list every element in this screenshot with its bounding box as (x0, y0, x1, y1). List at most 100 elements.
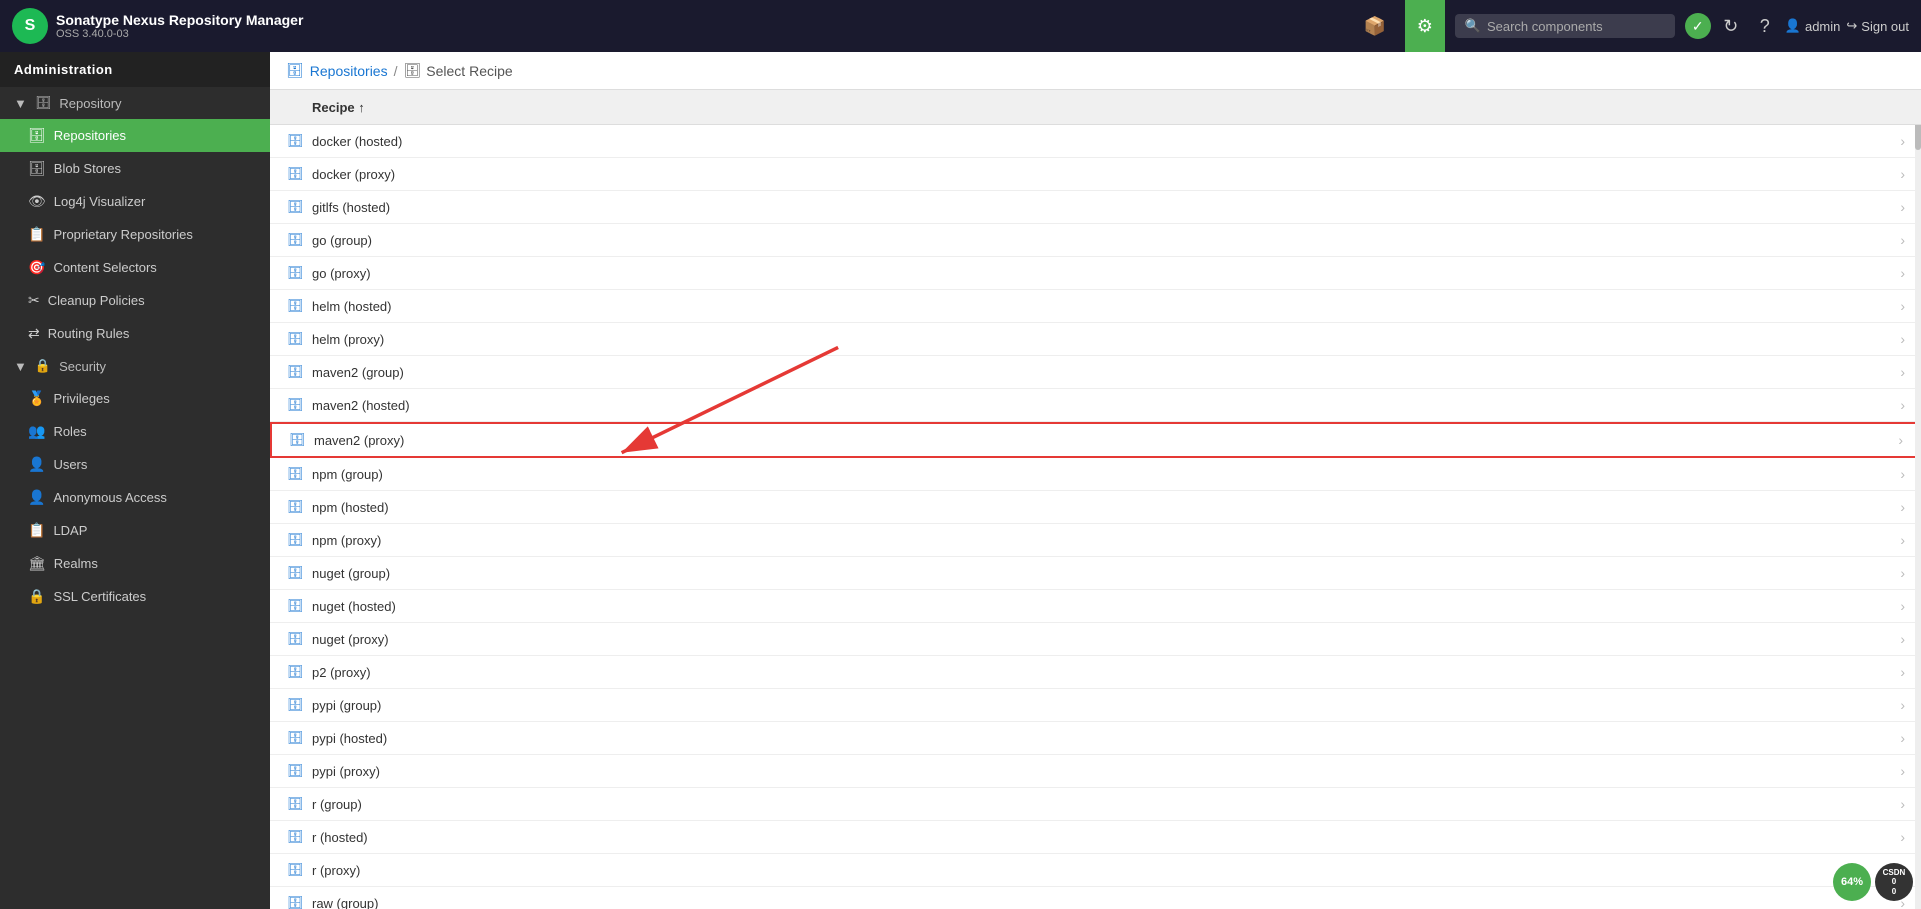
row-icon: 🗄 (286, 363, 304, 381)
table-row[interactable]: 🗄 pypi (proxy) › (270, 755, 1921, 788)
csdn-label: CSDN00 (1883, 868, 1906, 897)
bottom-indicators: 64% CSDN00 (1833, 863, 1913, 901)
table-row[interactable]: 🗄 helm (hosted) › (270, 290, 1921, 323)
row-icon: 🗄 (286, 264, 304, 282)
sidebar-item-privileges[interactable]: 🏅 Privileges (0, 382, 270, 415)
ssl-icon: 🔒 (28, 588, 45, 605)
row-chevron-icon: › (1900, 499, 1905, 515)
row-chevron-icon: › (1900, 730, 1905, 746)
main-content: 🗄 Repositories / 🗄 Select Recipe Recipe … (270, 52, 1921, 909)
table-row[interactable]: 🗄 r (group) › (270, 788, 1921, 821)
table-row[interactable]: 🗄 nuget (proxy) › (270, 623, 1921, 656)
sidebar-item-cleanup-policies[interactable]: ✂ Cleanup Policies (0, 284, 270, 317)
row-chevron-icon: › (1900, 364, 1905, 380)
row-icon: 🗄 (286, 597, 304, 615)
table-row[interactable]: 🗄 pypi (hosted) › (270, 722, 1921, 755)
sidebar-item-ssl-certs[interactable]: 🔒 SSL Certificates (0, 580, 270, 613)
row-chevron-icon: › (1900, 829, 1905, 845)
table-row[interactable]: 🗄 r (proxy) › (270, 854, 1921, 887)
table-row[interactable]: 🗄 maven2 (hosted) › (270, 389, 1921, 422)
table-row[interactable]: 🗄 go (group) › (270, 224, 1921, 257)
sidebar-item-routing-rules[interactable]: ⇄ Routing Rules (0, 317, 270, 350)
sidebar-item-anonymous-access[interactable]: 👤 Anonymous Access (0, 481, 270, 514)
sidebar-item-users[interactable]: 👤 Users (0, 448, 270, 481)
row-icon: 🗄 (286, 894, 304, 909)
box-icon[interactable]: 📦 (1355, 0, 1395, 52)
table-body: 🗄 docker (hosted) › 🗄 docker (proxy) › 🗄… (270, 125, 1921, 909)
sidebar: Administration ▼ 🗄 Repository 🗄 Reposito… (0, 52, 270, 909)
row-chevron-icon: › (1900, 133, 1905, 149)
blob-stores-icon: 🗄 (28, 160, 46, 177)
row-recipe-name: gitlfs (hosted) (312, 200, 1900, 215)
table-row[interactable]: 🗄 p2 (proxy) › (270, 656, 1921, 689)
help-icon[interactable]: ? (1751, 12, 1779, 40)
row-icon: 🗄 (286, 132, 304, 150)
search-icon: 🔍 (1465, 18, 1481, 34)
sidebar-item-realms[interactable]: 🏛 Realms (0, 547, 270, 580)
sidebar-section-security[interactable]: ▼ 🔒 Security (0, 350, 270, 382)
row-icon: 🗄 (286, 297, 304, 315)
table-row[interactable]: 🗄 npm (group) › (270, 458, 1921, 491)
sidebar-item-ldap[interactable]: 📋 LDAP (0, 514, 270, 547)
sidebar-section-repository[interactable]: ▼ 🗄 Repository (0, 87, 270, 119)
proprietary-icon: 📋 (28, 226, 45, 243)
sidebar-item-log4j[interactable]: 👁 Log4j Visualizer (0, 185, 270, 218)
user-menu[interactable]: 👤 admin (1785, 18, 1841, 34)
table-row[interactable]: 🗄 maven2 (group) › (270, 356, 1921, 389)
breadcrumb-current-icon: 🗄 (404, 62, 422, 79)
row-recipe-name: npm (group) (312, 467, 1900, 482)
table-row[interactable]: 🗄 gitlfs (hosted) › (270, 191, 1921, 224)
search-input[interactable] (1487, 19, 1665, 34)
search-box: 🔍 (1455, 14, 1675, 38)
sidebar-item-blob-stores[interactable]: 🗄 Blob Stores (0, 152, 270, 185)
row-icon: 🗄 (286, 330, 304, 348)
row-icon: 🗄 (286, 498, 304, 516)
table-row[interactable]: 🗄 maven2 (proxy) › (270, 422, 1921, 458)
row-recipe-name: maven2 (group) (312, 365, 1900, 380)
sidebar-header: Administration (0, 52, 270, 87)
sidebar-item-roles[interactable]: 👥 Roles (0, 415, 270, 448)
table-row[interactable]: 🗄 npm (proxy) › (270, 524, 1921, 557)
anonymous-icon: 👤 (28, 489, 45, 506)
refresh-icon[interactable]: ↻ (1717, 12, 1745, 40)
table-row[interactable]: 🗄 go (proxy) › (270, 257, 1921, 290)
row-recipe-name: maven2 (hosted) (312, 398, 1900, 413)
table-row[interactable]: 🗄 npm (hosted) › (270, 491, 1921, 524)
signout-icon: ↪ (1846, 18, 1857, 34)
table-row[interactable]: 🗄 docker (hosted) › (270, 125, 1921, 158)
table-row[interactable]: 🗄 raw (group) › (270, 887, 1921, 909)
table-row[interactable]: 🗄 r (hosted) › (270, 821, 1921, 854)
roles-icon: 👥 (28, 423, 45, 440)
sidebar-section-security-label: Security (59, 359, 106, 374)
row-chevron-icon: › (1900, 565, 1905, 581)
sidebar-item-anonymous-label: Anonymous Access (53, 490, 166, 505)
table-row[interactable]: 🗄 nuget (group) › (270, 557, 1921, 590)
table-row[interactable]: 🗄 helm (proxy) › (270, 323, 1921, 356)
table-row[interactable]: 🗄 nuget (hosted) › (270, 590, 1921, 623)
sidebar-item-roles-label: Roles (53, 424, 86, 439)
row-icon: 🗄 (286, 762, 304, 780)
breadcrumb-repositories-link[interactable]: Repositories (310, 63, 388, 79)
row-chevron-icon: › (1900, 397, 1905, 413)
chevron-down-icon: ▼ (14, 96, 27, 111)
row-icon: 🗄 (286, 564, 304, 582)
layout: Administration ▼ 🗄 Repository 🗄 Reposito… (0, 52, 1921, 909)
row-recipe-name: helm (proxy) (312, 332, 1900, 347)
table-row[interactable]: 🗄 pypi (group) › (270, 689, 1921, 722)
signout-button[interactable]: ↪ Sign out (1846, 18, 1909, 34)
row-chevron-icon: › (1900, 298, 1905, 314)
sidebar-item-repositories[interactable]: 🗄 Repositories (0, 119, 270, 152)
repository-icon: 🗄 (35, 95, 52, 111)
sidebar-item-content-selectors[interactable]: 🎯 Content Selectors (0, 251, 270, 284)
user-icon: 👤 (1785, 18, 1801, 34)
row-chevron-icon: › (1898, 432, 1903, 448)
sidebar-item-proprietary[interactable]: 📋 Proprietary Repositories (0, 218, 270, 251)
brand: S Sonatype Nexus Repository Manager OSS … (12, 8, 1345, 44)
scrollbar[interactable] (1915, 90, 1921, 909)
table-row[interactable]: 🗄 docker (proxy) › (270, 158, 1921, 191)
row-recipe-name: pypi (proxy) (312, 764, 1900, 779)
row-icon: 🗄 (286, 630, 304, 648)
recipe-table-container: Recipe ↑ 🗄 docker (hosted) › 🗄 docker (p… (270, 90, 1921, 909)
row-recipe-name: nuget (group) (312, 566, 1900, 581)
settings-icon[interactable]: ⚙ (1405, 0, 1445, 52)
